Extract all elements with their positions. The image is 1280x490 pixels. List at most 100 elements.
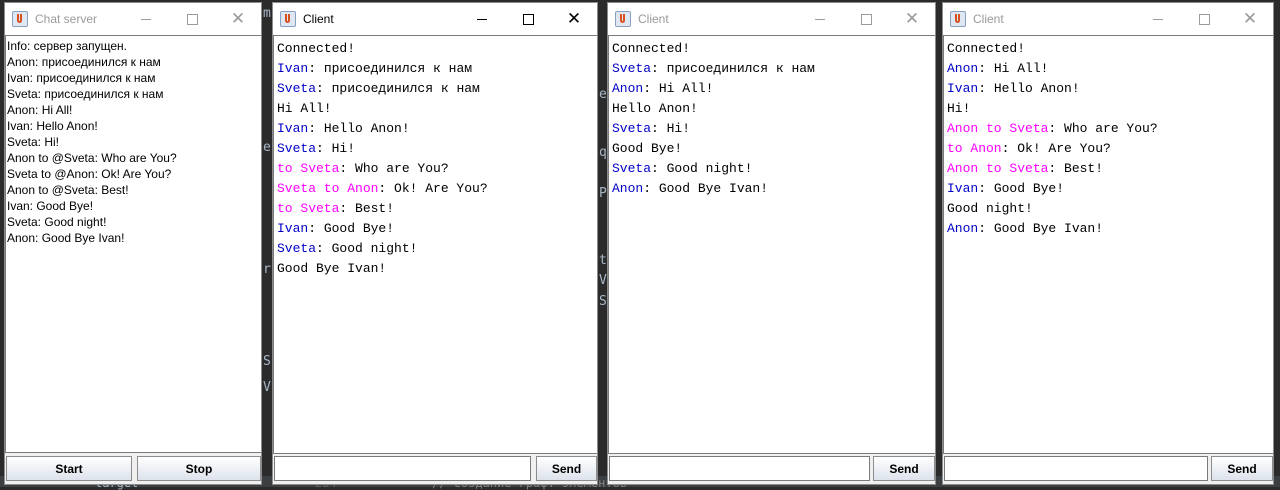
sender-name: Anon: [612, 81, 644, 96]
chat-log[interactable]: Connected! Ivan: присоединился к нам Sve…: [273, 35, 597, 454]
chat-line: Sveta: присоединился к нам: [612, 59, 935, 79]
chat-line: to Sveta: Who are You?: [277, 159, 597, 179]
chat-line: Connected!: [947, 39, 1273, 59]
chat-line: Connected!: [612, 39, 935, 59]
message-text: : Good night!: [316, 241, 418, 256]
message-text: : Best!: [1048, 161, 1104, 176]
title-bar[interactable]: Client ✕: [273, 3, 597, 35]
chat-line: Anon to Sveta: Who are You?: [947, 119, 1273, 139]
message-text: : Best!: [339, 201, 395, 216]
message-input[interactable]: [944, 456, 1208, 481]
chat-line: Anon: Hi All!: [947, 59, 1273, 79]
message-text: : Ok! Are You?: [378, 181, 488, 196]
ide-code-fragment: V: [599, 273, 607, 288]
title-bar[interactable]: Chat server ✕: [5, 3, 261, 35]
log-line: Anon: Hi All!: [7, 103, 73, 117]
chat-line: Ivan: Hello Anon!: [277, 119, 597, 139]
close-icon[interactable]: ✕: [1227, 3, 1273, 35]
message-input[interactable]: [609, 456, 870, 481]
sender-name: Anon: [947, 221, 979, 236]
ide-code-fragment: r: [263, 262, 271, 277]
ide-code-fragment: e: [263, 140, 271, 155]
chat-line: Anon to Sveta: Best!: [947, 159, 1273, 179]
message-text: Hi!: [947, 101, 971, 116]
message-text: : Hello Anon!: [308, 121, 410, 136]
private-tag: Sveta to Anon: [277, 181, 379, 196]
chat-log[interactable]: Connected! Sveta: присоединился к нам An…: [608, 35, 935, 454]
sender-name: Sveta: [277, 241, 317, 256]
chat-line: Ivan: присоединился к нам: [277, 59, 597, 79]
ide-code-fragment: S: [263, 354, 271, 369]
chat-line: Sveta: Hi!: [612, 119, 935, 139]
maximize-icon[interactable]: [505, 3, 551, 35]
chat-line: Ivan: Good Bye!: [277, 219, 597, 239]
message-text: : Hi All!: [978, 61, 1049, 76]
minimize-icon[interactable]: [1135, 3, 1181, 35]
stop-button[interactable]: Stop: [137, 456, 261, 481]
chat-line: Anon: Hi All!: [612, 79, 935, 99]
sender-name: Ivan: [277, 121, 309, 136]
title-bar[interactable]: Client ✕: [943, 3, 1273, 35]
message-text: : Hi All!: [643, 81, 714, 96]
message-text: Hello Anon!: [612, 101, 698, 116]
chat-line: Connected!: [277, 39, 597, 59]
chat-log[interactable]: Connected! Anon: Hi All! Ivan: Hello Ano…: [943, 35, 1273, 454]
java-cup-icon: [950, 11, 966, 27]
send-button[interactable]: Send: [1211, 456, 1273, 481]
server-log[interactable]: Info: сервер запущен. Anon: присоединилс…: [5, 35, 261, 453]
message-text: : присоединился к нам: [316, 81, 480, 96]
sender-name: Sveta: [612, 161, 652, 176]
chat-line: Sveta: Good night!: [277, 239, 597, 259]
log-line: Sveta: присоединился к нам: [7, 87, 164, 101]
ide-code-fragment: e: [599, 87, 607, 102]
sender-name: Ivan: [277, 221, 309, 236]
private-tag: Anon to Sveta: [947, 161, 1049, 176]
message-text: Good night!: [947, 201, 1033, 216]
private-tag: to Anon: [947, 141, 1002, 156]
message-input[interactable]: [274, 456, 531, 481]
maximize-icon[interactable]: [843, 3, 889, 35]
minimize-icon[interactable]: [797, 3, 843, 35]
message-text: : Good night!: [651, 161, 753, 176]
sender-name: Sveta: [277, 81, 317, 96]
close-icon[interactable]: ✕: [551, 3, 597, 35]
message-text: : присоединился к нам: [651, 61, 815, 76]
client-window-2: Client ✕ Connected! Sveta: присоединился…: [607, 2, 936, 485]
message-text: : Hi!: [651, 121, 691, 136]
window-title: Client: [973, 12, 1004, 26]
chat-server-window: Chat server ✕ Info: сервер запущен. Anon…: [4, 2, 262, 485]
close-icon[interactable]: ✕: [889, 3, 935, 35]
chat-line: Anon: Good Bye Ivan!: [947, 219, 1273, 239]
sender-name: Ivan: [947, 181, 979, 196]
chat-line: Sveta: Good night!: [612, 159, 935, 179]
send-button[interactable]: Send: [536, 456, 597, 481]
ide-code-fragment: q: [599, 145, 607, 160]
maximize-icon[interactable]: [169, 3, 215, 35]
chat-line: Hi!: [947, 99, 1273, 119]
title-bar[interactable]: Client ✕: [608, 3, 935, 35]
chat-line: Ivan: Good Bye!: [947, 179, 1273, 199]
sender-name: Anon: [612, 181, 644, 196]
window-title: Client: [303, 12, 334, 26]
chat-line: to Anon: Ok! Are You?: [947, 139, 1273, 159]
minimize-icon[interactable]: [459, 3, 505, 35]
chat-line: Good Bye!: [612, 139, 935, 159]
chat-line: Sveta: присоединился к нам: [277, 79, 597, 99]
log-line: Anon: Good Bye Ivan!: [7, 231, 125, 245]
close-icon[interactable]: ✕: [215, 3, 261, 35]
private-tag: to Sveta: [277, 201, 340, 216]
start-button[interactable]: Start: [6, 456, 132, 481]
log-line: Sveta: Hi!: [7, 135, 60, 149]
send-button[interactable]: Send: [873, 456, 935, 481]
log-line: Anon: присоединился к нам: [7, 55, 161, 69]
chat-line: Ivan: Hello Anon!: [947, 79, 1273, 99]
window-title: Chat server: [35, 12, 98, 26]
log-line: Ivan: присоединился к нам: [7, 71, 156, 85]
minimize-icon[interactable]: [123, 3, 169, 35]
message-text: Hi All!: [277, 101, 332, 116]
private-tag: to Sveta: [277, 161, 340, 176]
message-text: : Hi!: [316, 141, 356, 156]
message-text: Good Bye!: [612, 141, 683, 156]
maximize-icon[interactable]: [1181, 3, 1227, 35]
message-text: : Good Bye Ivan!: [643, 181, 769, 196]
